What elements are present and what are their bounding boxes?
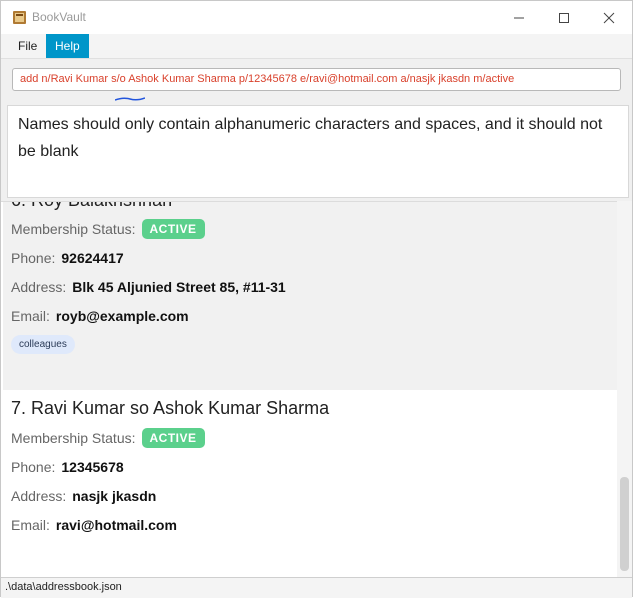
menu-help[interactable]: Help — [46, 34, 89, 58]
phone-label: Phone: — [11, 250, 56, 266]
email-label: Email: — [11, 308, 50, 324]
phone-label: Phone: — [11, 459, 56, 475]
menu-bar: File Help — [1, 34, 632, 59]
maximize-icon — [559, 12, 569, 23]
phone-row: Phone: 92624417 — [11, 250, 124, 266]
result-message: Names should only contain alphanumeric c… — [7, 105, 629, 198]
email-value: royb@example.com — [55, 308, 189, 324]
person-card[interactable]: 6. Roy Balakrishnan Membership Status: A… — [3, 202, 617, 390]
person-card[interactable]: 7. Ravi Kumar so Ashok Kumar Sharma Memb… — [3, 390, 617, 578]
window-title: BookVault — [32, 10, 86, 24]
close-icon — [603, 12, 615, 23]
email-value: ravi@hotmail.com — [55, 517, 177, 533]
address-value: nasjk jkasdn — [72, 488, 157, 504]
email-row: Email: royb@example.com — [11, 308, 189, 324]
minimize-button[interactable] — [496, 1, 542, 34]
app-window: BookVault File Help add n/Ravi Kumar s/o… — [0, 0, 633, 598]
command-panel: add n/Ravi Kumar s/o Ashok Kumar Sharma … — [1, 59, 632, 101]
person-name: 7. Ravi Kumar so Ashok Kumar Sharma — [11, 398, 330, 418]
menu-file[interactable]: File — [9, 34, 46, 58]
address-label: Address: — [11, 279, 67, 295]
email-row: Email: ravi@hotmail.com — [11, 517, 177, 533]
app-book-icon — [13, 11, 26, 24]
scrollbar-thumb[interactable] — [620, 477, 629, 571]
email-label: Email: — [11, 517, 50, 533]
address-row: Address: Blk 45 Aljunied Street 85, #11-… — [11, 279, 286, 295]
title-bar: BookVault — [1, 1, 632, 34]
person-list[interactable]: 6. Roy Balakrishnan Membership Status: A… — [1, 201, 632, 578]
membership-row: Membership Status: ACTIVE — [11, 219, 205, 239]
membership-label: Membership Status: — [11, 430, 136, 446]
person-name: 6. Roy Balakrishnan — [11, 202, 172, 211]
address-value: Blk 45 Aljunied Street 85, #11-31 — [72, 279, 286, 295]
minimize-icon — [514, 17, 524, 18]
result-panel: Names should only contain alphanumeric c… — [1, 101, 632, 201]
phone-value: 12345678 — [61, 459, 124, 475]
phone-row: Phone: 12345678 — [11, 459, 124, 475]
close-button[interactable] — [586, 1, 632, 34]
status-bar: .\data\addressbook.json — [1, 577, 632, 598]
membership-label: Membership Status: — [11, 221, 136, 237]
save-location: .\data\addressbook.json — [5, 581, 122, 593]
address-label: Address: — [11, 488, 67, 504]
phone-value: 92624417 — [61, 250, 124, 266]
tag-chip: colleagues — [11, 335, 75, 354]
address-row: Address: nasjk jkasdn — [11, 488, 156, 504]
membership-row: Membership Status: ACTIVE — [11, 428, 205, 448]
status-badge: ACTIVE — [141, 219, 205, 239]
command-input[interactable]: add n/Ravi Kumar s/o Ashok Kumar Sharma … — [12, 68, 621, 91]
maximize-button[interactable] — [541, 1, 587, 34]
status-badge: ACTIVE — [141, 428, 205, 448]
